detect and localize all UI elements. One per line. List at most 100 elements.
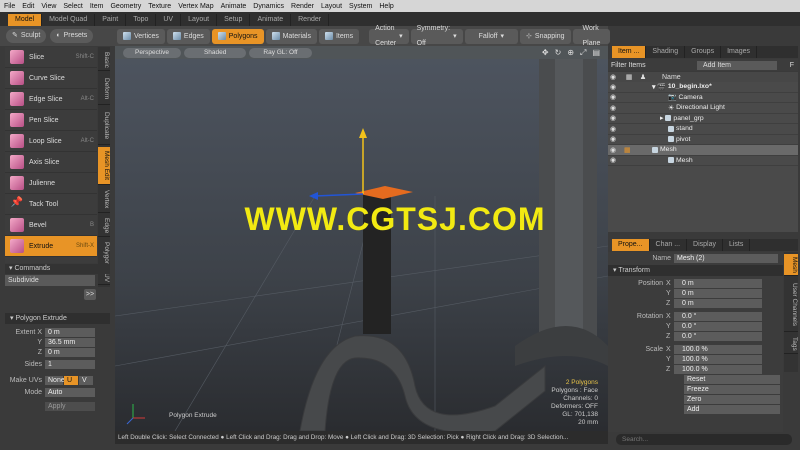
menu-view[interactable]: View: [41, 3, 56, 10]
scale-z-field[interactable]: 100.0 %: [674, 364, 762, 374]
menu-file[interactable]: File: [4, 3, 15, 10]
menu-select[interactable]: Select: [63, 3, 82, 10]
list-item[interactable]: ◉ ☀ Directional Light: [608, 103, 798, 114]
side-tab-vertex[interactable]: Vertex: [98, 187, 110, 213]
items-button[interactable]: Items: [318, 28, 360, 44]
view-menu-icon[interactable]: ▤: [592, 48, 600, 58]
eye-icon[interactable]: ◉: [608, 146, 618, 154]
eye-icon[interactable]: ◉: [608, 135, 618, 143]
perspective-button[interactable]: Perspective: [123, 47, 181, 58]
side-tab-user-channels[interactable]: User Channels: [784, 278, 798, 332]
zero-dropdown[interactable]: Zero: [684, 395, 780, 404]
eye-icon[interactable]: ◉: [608, 114, 618, 122]
commands-more-button[interactable]: >>: [84, 289, 96, 300]
position-z-field[interactable]: 0 m: [674, 298, 762, 308]
make-uvs-none[interactable]: None: [45, 375, 65, 385]
tab-shading[interactable]: Shading: [646, 46, 686, 58]
expand-icon[interactable]: ▾: [652, 83, 655, 91]
commands-header[interactable]: ▾ Commands: [5, 264, 110, 274]
scale-y-field[interactable]: 100.0 %: [674, 354, 762, 364]
work-plane-button[interactable]: Work Plane: [572, 25, 611, 47]
menu-geometry[interactable]: Geometry: [110, 3, 141, 10]
side-tab-mesh[interactable]: Mesh: [784, 254, 798, 276]
presets-button[interactable]: ◐ Presets: [50, 29, 94, 43]
name-column-header[interactable]: Name: [662, 74, 681, 81]
tool-axis-slice[interactable]: Axis Slice: [5, 152, 97, 173]
add-dropdown[interactable]: Add: [684, 405, 780, 414]
menu-help[interactable]: Help: [379, 3, 393, 10]
tab-channels[interactable]: Chan ...: [650, 239, 688, 251]
menu-render[interactable]: Render: [291, 3, 314, 10]
falloff-dropdown[interactable]: Falloff ▾: [464, 28, 519, 44]
tab-lists[interactable]: Lists: [723, 239, 751, 251]
list-item[interactable]: ◉ 📷 Camera: [608, 93, 798, 103]
tool-loop-slice[interactable]: Loop Slice Alt-C: [5, 131, 97, 152]
eye-icon[interactable]: ◉: [608, 156, 618, 164]
extent-z-field[interactable]: 0 m: [45, 347, 95, 357]
transform-header[interactable]: ▾ Transform: [608, 265, 783, 276]
expand-icon[interactable]: ▸: [660, 114, 663, 122]
tab-uv[interactable]: UV: [156, 14, 182, 26]
tab-properties[interactable]: Prope...: [612, 239, 650, 251]
side-tab-deform[interactable]: Deform: [98, 73, 110, 105]
menu-dynamics[interactable]: Dynamics: [253, 3, 284, 10]
tab-paint[interactable]: Paint: [95, 14, 127, 26]
tab-layout[interactable]: Layout: [181, 14, 218, 26]
side-tab-mesh-edit[interactable]: Mesh Edit: [98, 147, 110, 185]
extent-x-field[interactable]: 0 m: [45, 327, 95, 337]
ray-gl-button[interactable]: Ray GL: Off: [249, 47, 312, 58]
filter-items-dropdown[interactable]: Filter Items: [611, 62, 691, 69]
eye-icon[interactable]: ◉: [608, 104, 618, 112]
3d-viewport[interactable]: Perspective Shaded Ray GL: Off ✥ ↻ ⊕ ⤢ ▤…: [115, 46, 608, 431]
position-y-field[interactable]: 0 m: [674, 288, 762, 298]
action-center-dropdown[interactable]: Action Center ▾: [369, 25, 409, 47]
menu-item[interactable]: Item: [90, 3, 104, 10]
polygons-button[interactable]: Polygons: [211, 28, 264, 44]
position-x-field[interactable]: 0 m: [674, 278, 762, 288]
tab-images[interactable]: Images: [721, 46, 758, 58]
mode-dropdown[interactable]: Auto: [45, 387, 95, 397]
add-item-dropdown[interactable]: Add Item: [697, 60, 777, 70]
fit-view-icon[interactable]: ⤢: [580, 48, 586, 58]
side-tab-edge[interactable]: Edge: [98, 215, 110, 237]
freeze-dropdown[interactable]: Freeze: [684, 385, 780, 394]
tool-tack-tool[interactable]: 📌 Tack Tool: [5, 194, 97, 215]
move-view-icon[interactable]: ✥: [542, 48, 549, 58]
tool-extrude[interactable]: Extrude Shift-X: [5, 236, 97, 257]
list-item[interactable]: ◉ ▾ 🎬 10_begin.lxo*: [608, 82, 798, 93]
filter-menu-icon[interactable]: F: [790, 62, 794, 69]
tool-edge-slice[interactable]: Edge Slice Alt-C: [5, 89, 97, 110]
menu-vertex-map[interactable]: Vertex Map: [178, 3, 213, 10]
menu-edit[interactable]: Edit: [22, 3, 34, 10]
make-uvs-u[interactable]: U: [64, 375, 78, 385]
eye-icon[interactable]: ◉: [608, 125, 618, 133]
tool-slice[interactable]: Slice Shift-C: [5, 47, 97, 68]
list-item[interactable]: ◉ ▸ panel_grp: [608, 114, 798, 124]
gizmo-z-axis[interactable]: [314, 193, 364, 197]
tool-julienne[interactable]: Julienne: [5, 173, 97, 194]
tab-display[interactable]: Display: [687, 239, 723, 251]
menu-layout[interactable]: Layout: [321, 3, 342, 10]
symmetry-dropdown[interactable]: Symmetry: Off ▾: [410, 25, 463, 47]
make-uvs-v[interactable]: V: [79, 375, 93, 385]
list-item[interactable]: ◉ Mesh: [608, 156, 798, 166]
lock-icon[interactable]: ▦: [624, 146, 634, 154]
rotate-view-icon[interactable]: ↻: [555, 48, 562, 58]
commands-field[interactable]: Subdivide: [5, 275, 95, 286]
list-item[interactable]: ◉ pivot: [608, 135, 798, 145]
sides-field[interactable]: 1: [45, 359, 95, 369]
item-name-field[interactable]: Mesh (2): [674, 253, 778, 263]
tab-animate[interactable]: Animate: [250, 14, 292, 26]
eye-icon[interactable]: ◉: [608, 83, 618, 91]
extent-y-field[interactable]: 36.5 mm: [45, 337, 95, 347]
tab-model[interactable]: Model: [8, 14, 43, 26]
tool-curve-slice[interactable]: Curve Slice: [5, 68, 97, 89]
gizmo-y-arrow[interactable]: [359, 128, 367, 138]
eye-icon[interactable]: ◉: [608, 93, 618, 101]
tab-topo[interactable]: Topo: [126, 14, 157, 26]
list-item[interactable]: ◉ ▦ Mesh: [608, 145, 798, 156]
apply-button[interactable]: Apply: [45, 401, 95, 411]
menu-system[interactable]: System: [349, 3, 372, 10]
polygon-extrude-header[interactable]: ▾ Polygon Extrude: [5, 313, 110, 324]
tab-groups[interactable]: Groups: [685, 46, 722, 58]
